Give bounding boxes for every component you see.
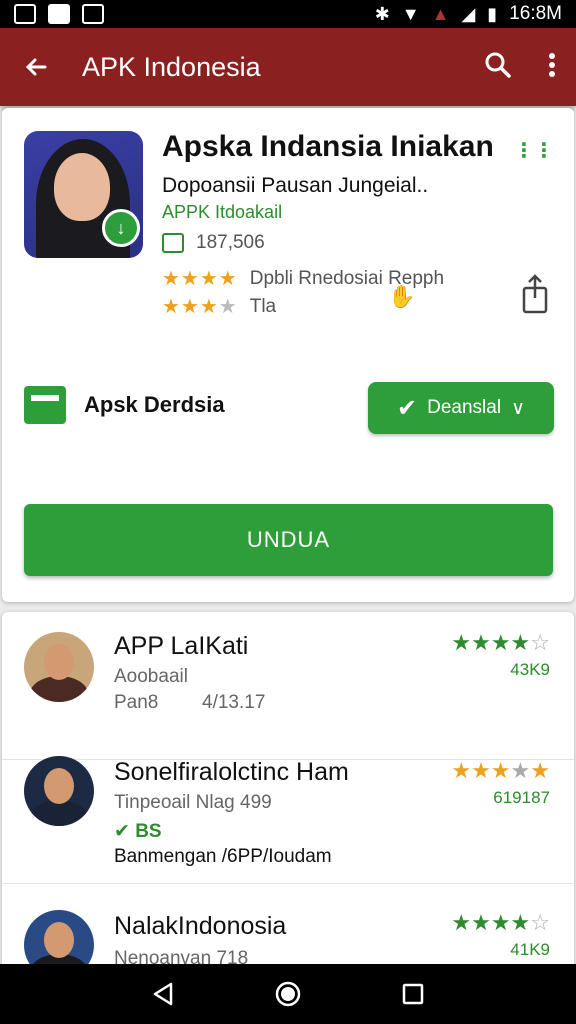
install-size-icon [162,233,184,253]
rating-label: Tla [249,295,277,317]
signal-icon: ▲ [431,4,450,24]
nav-back-icon[interactable] [143,974,183,1014]
rating-count: 43K9 [510,660,550,679]
list-item-title: Sonelfiralolctinc Ham [114,758,349,786]
status-time: 16:8M [509,3,562,24]
list-item-line: Aoobaail [114,666,188,687]
list-item-title: APP LaIKati [114,632,249,660]
back-arrow-icon[interactable] [20,51,52,83]
more-vert-icon[interactable] [548,52,556,83]
list-item-rating: ★★★★☆ 41K9 [451,910,550,960]
related-apps-list: APP LaIKati Aoobaail Pan8 4/13.17 ★★★★☆ … [2,612,574,972]
share-icon[interactable] [522,274,548,320]
list-item[interactable]: Sonelfiralolctinc Ham Tinpeoail Nlag 499… [2,736,574,884]
download-button[interactable]: UNDUA [24,504,553,576]
badge-label: BS [135,821,162,842]
app-subtitle: Dopoansii Pausan Jungeial.. [162,174,429,197]
app-size: 187,506 [196,232,265,253]
notification-icon [14,4,36,24]
list-item-line: Banmengan /6PP/Ioudam [114,846,332,867]
app-icon: ↓ [24,131,143,258]
notification-icon [48,4,70,24]
options-dots-icon[interactable]: ⋮⋮ [514,138,554,163]
status-notification-icons [14,4,104,24]
rating-stars: ★★★★☆ [451,910,550,935]
nav-home-icon[interactable] [268,974,308,1014]
app-developer[interactable]: APPK Itdoakail [162,202,282,223]
list-item-rating: ★★★★★ 619187 [451,758,550,808]
notification-icon [82,4,104,24]
rating-count: 619187 [493,788,550,807]
face-shape [54,153,110,221]
app-name: Apska Indansia Iniakan [162,130,494,163]
avatar [24,632,94,702]
app-bar-title: APK Indonesia [82,51,261,82]
battery-icon: ▮ [487,4,498,24]
avatar [24,756,94,826]
list-item-line: 4/13.17 [202,692,266,713]
avatar [24,910,94,972]
storage-label: Apsk Derdsia [84,392,225,417]
status-bar: ✱ ▼ ▲ ◢ ▮ 16:8M [0,0,576,28]
status-system-icons: ✱ ▼ ▲ ◢ ▮ 16:8M [375,3,562,25]
rating-row-2: ★★★★ Tla [162,294,276,319]
rating-stars: ★★★★★ [451,758,550,783]
app-bar: APK Indonesia [0,28,576,106]
rating-stars: ★★★★ [162,268,238,290]
bluetooth-icon: ✱ [374,4,390,24]
list-item-line: Tinpeoail Nlag 499 [114,792,272,813]
storage-row: Apsk Derdsia [24,386,225,424]
download-badge-icon: ↓ [102,209,140,247]
cell-signal-icon: ◢ [461,4,476,24]
deanslal-button[interactable]: ✔ Deanslal ∨ [368,382,554,434]
rating-stars: ★★★★☆ [451,630,550,655]
hand-pointer-icon[interactable]: ✋ [388,284,415,310]
chevron-down-icon: ∨ [511,397,525,419]
app-detail-card: ↓ Apska Indansia Iniakan Dopoansii Pausa… [2,108,574,602]
app-size-row: 187,506 [162,232,265,254]
list-item-line: Pan8 [114,692,159,713]
nav-recents-icon[interactable] [393,974,433,1014]
list-item[interactable]: NalakIndonosia Nenoanvan 718 ★★★★☆ 41K9 [2,888,574,972]
wifi-icon: ▼ [401,4,420,24]
deanslal-label: Deanslal [427,397,502,418]
list-item-title: NalakIndonosia [114,912,287,940]
list-item-rating: ★★★★☆ 43K9 [451,630,550,680]
rating-count: 41K9 [510,940,550,959]
rating-stars: ★★★★ [162,296,238,318]
storage-icon [24,386,66,424]
verified-badge: ✔ BS [114,821,162,842]
search-icon[interactable] [484,51,512,84]
check-icon: ✔ [397,394,418,422]
system-nav-bar [0,964,576,1024]
